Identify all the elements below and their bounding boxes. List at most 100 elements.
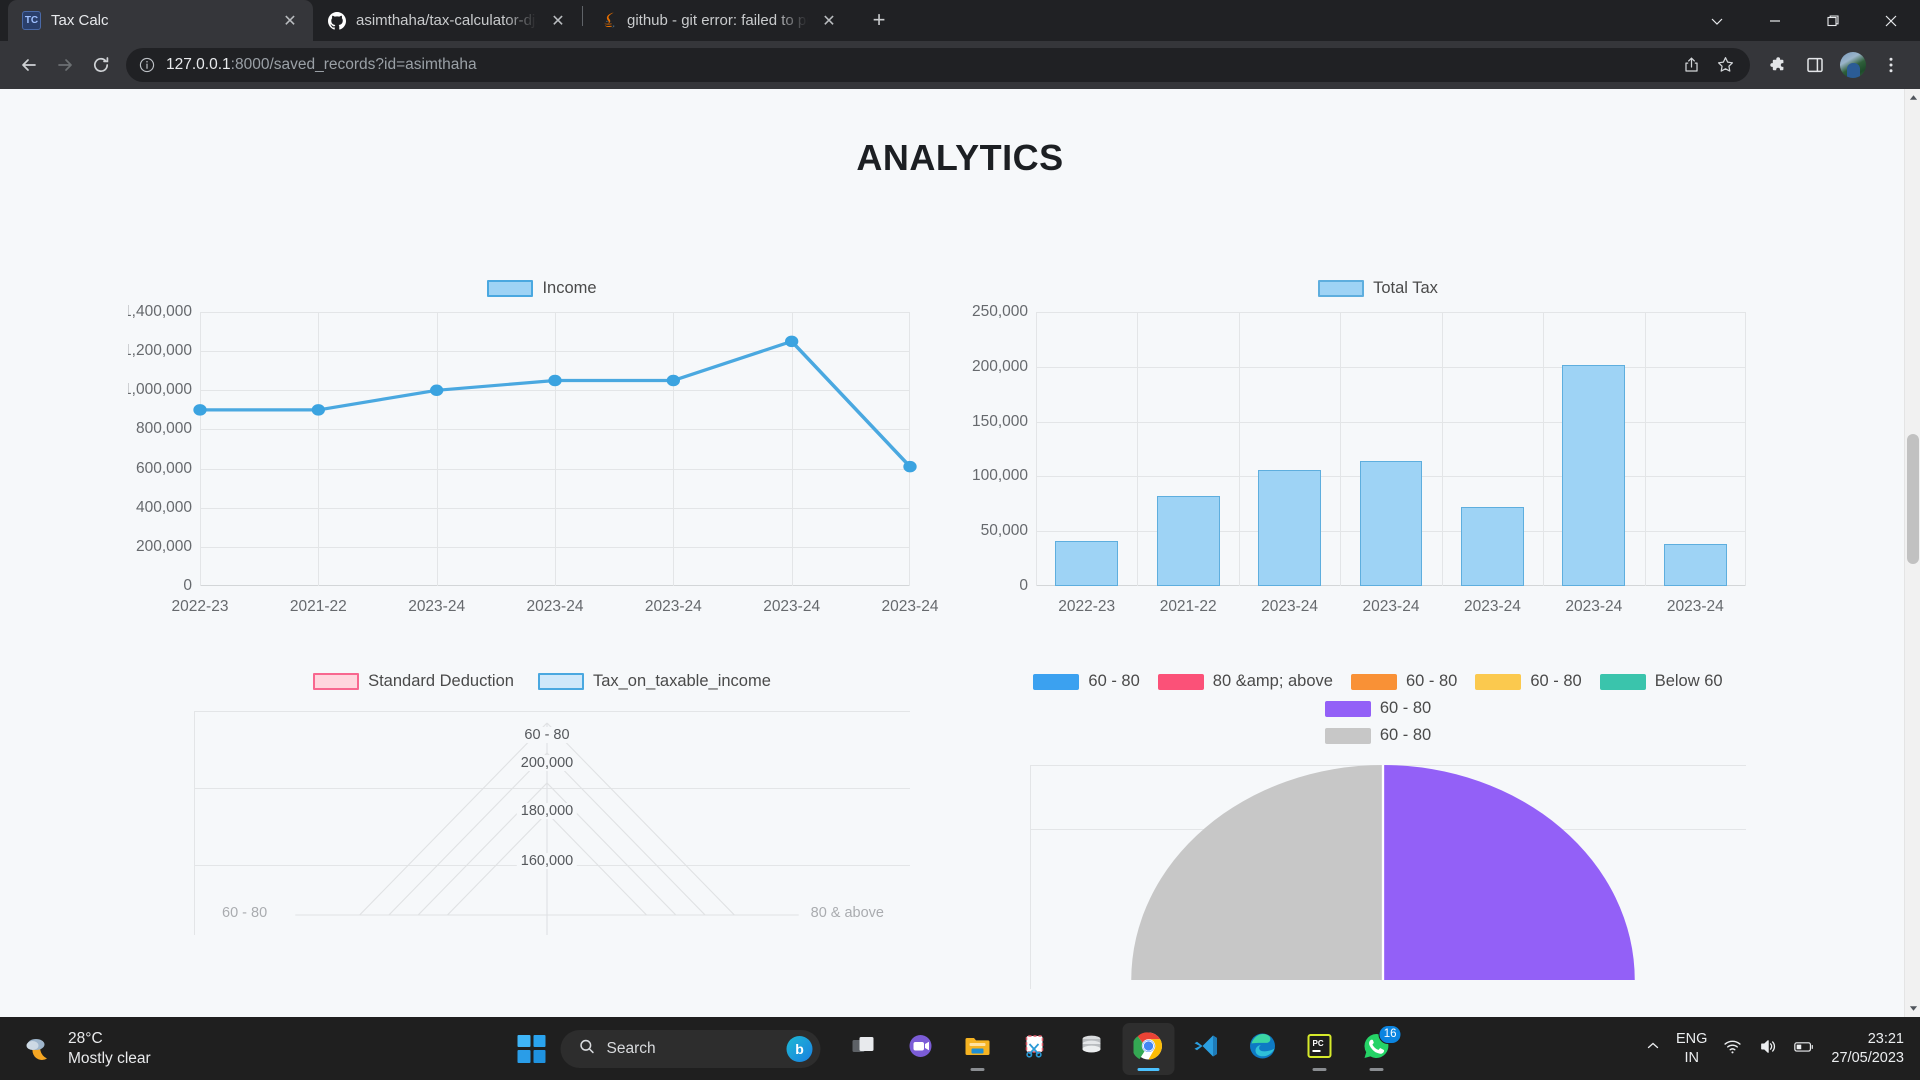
chart-legend: Income — [138, 279, 946, 298]
share-icon[interactable] — [1682, 55, 1702, 75]
url-text: 127.0.0.1:8000/saved_records?id=asimthah… — [166, 56, 477, 74]
scissors-icon — [1021, 1032, 1049, 1065]
github-icon — [327, 11, 346, 30]
info-circle-icon[interactable] — [138, 56, 156, 74]
page-viewport: ANALYTICS Income 1,400,000 1,200,000 1,0… — [0, 89, 1920, 1017]
legend-label: 60 - 80 — [1530, 672, 1582, 690]
avatar[interactable] — [1836, 48, 1870, 82]
x-tick-label: 2022-23 — [171, 598, 229, 615]
bar[interactable] — [1055, 541, 1119, 586]
legend-item[interactable]: Income — [487, 279, 597, 298]
legend-item[interactable]: Standard Deduction — [313, 672, 514, 691]
bing-icon[interactable]: b — [786, 1035, 813, 1062]
radar-axis-label-left: 60 - 80 — [222, 905, 268, 921]
search-icon — [579, 1038, 596, 1060]
minimize-icon[interactable] — [1746, 0, 1804, 41]
age-group-pie-chart: 60 - 80 80 &amp; above 60 - 80 60 - 80 B… — [974, 672, 1782, 989]
y-tick-label: 600,000 — [135, 459, 192, 477]
browser-tab-github-repo[interactable]: asimthaha/tax-calculator-django ✕ — [313, 0, 581, 41]
language-indicator[interactable]: ENG IN — [1676, 1030, 1707, 1066]
legend-swatch-60-80-orange — [1350, 673, 1397, 690]
show-hidden-icons[interactable] — [1646, 1039, 1660, 1058]
taskbar-app-whatsapp[interactable]: 16 — [1351, 1023, 1403, 1075]
puzzle-icon[interactable] — [1760, 48, 1794, 82]
legend-item[interactable]: 60 - 80 — [1475, 672, 1582, 691]
bar[interactable] — [1359, 461, 1423, 586]
scrollbar-thumb[interactable] — [1907, 434, 1919, 564]
close-tab-icon[interactable]: ✕ — [818, 10, 840, 32]
windows-start-icon[interactable] — [517, 1034, 546, 1063]
search-input[interactable]: Search b — [560, 1029, 821, 1068]
speaker-icon[interactable] — [1758, 1037, 1777, 1061]
analytics-page: ANALYTICS Income 1,400,000 1,200,000 1,0… — [128, 89, 1792, 1017]
taskbar-app-vs-code[interactable] — [1180, 1023, 1232, 1075]
legend-swatch-income — [487, 280, 534, 297]
three-dot-menu-icon[interactable] — [1874, 48, 1908, 82]
language-line-1: ENG — [1676, 1031, 1708, 1048]
taskbar-app-microsoft-edge[interactable] — [1237, 1023, 1289, 1075]
side-panel-icon[interactable] — [1798, 48, 1832, 82]
y-tick-label: 1,400,000 — [128, 303, 192, 320]
x-tick-label: 2023-24 — [763, 598, 821, 615]
tab-title: Tax Calc — [51, 12, 109, 29]
back-arrow-icon[interactable] — [12, 48, 46, 82]
legend-item[interactable]: 60 - 80 — [974, 726, 1782, 745]
legend-item[interactable]: Tax_on_taxable_income — [537, 672, 771, 691]
legend-item[interactable]: 80 &amp; above — [1157, 672, 1333, 691]
legend-item[interactable]: 60 - 80 — [1033, 672, 1140, 691]
legend-label: Below 60 — [1654, 672, 1723, 690]
legend-item[interactable]: 60 - 80 — [1324, 699, 1431, 718]
y-tick-label: 800,000 — [135, 420, 192, 438]
charts-grid: Income 1,400,000 1,200,000 1,000,000 800… — [128, 179, 1792, 989]
star-icon[interactable] — [1716, 55, 1736, 75]
tab-strip: TC Tax Calc ✕ asimthaha/tax-calculator-d… — [0, 0, 1920, 41]
y-tick-label: 1,000,000 — [128, 381, 192, 399]
x-tick-label: 2023-24 — [1464, 598, 1521, 615]
bar[interactable] — [1156, 495, 1220, 586]
bar[interactable] — [1663, 543, 1727, 586]
pie-slices — [1131, 765, 1635, 980]
legend-item[interactable]: Below 60 — [1599, 672, 1723, 691]
taskbar-app-database[interactable] — [1066, 1023, 1118, 1075]
legend-swatch-60-80-yellow — [1475, 673, 1522, 690]
forward-arrow-icon[interactable] — [48, 48, 82, 82]
reload-icon[interactable] — [84, 48, 118, 82]
task-view-icon — [850, 1032, 878, 1065]
new-tab-button[interactable]: + — [862, 3, 896, 37]
address-bar[interactable]: 127.0.0.1:8000/saved_records?id=asimthah… — [126, 48, 1750, 82]
scroll-down-arrow[interactable] — [1905, 1000, 1920, 1017]
x-tick-label: 2023-24 — [1565, 598, 1623, 615]
battery-icon[interactable] — [1793, 1037, 1815, 1061]
taskbar-app-file-explorer[interactable] — [952, 1023, 1004, 1075]
bar[interactable] — [1460, 506, 1524, 586]
y-tick-label: 0 — [183, 577, 192, 594]
close-tab-icon[interactable]: ✕ — [279, 10, 301, 32]
x-tick-label: 2021-22 — [289, 598, 347, 615]
weather-widget[interactable]: 28°C Mostly clear — [0, 1029, 151, 1069]
page-left-gutter — [0, 89, 128, 1017]
legend-item[interactable]: 60 - 80 — [1350, 672, 1457, 691]
taskbar-app-pycharm[interactable]: PC — [1294, 1023, 1346, 1075]
bar[interactable] — [1258, 470, 1321, 586]
bar[interactable] — [1562, 364, 1626, 586]
y-tick-label: 1,200,000 — [128, 342, 192, 360]
restore-icon[interactable] — [1804, 0, 1862, 41]
chart-legend: Standard Deduction Tax_on_taxable_income — [138, 672, 946, 691]
browser-tab-git-error[interactable]: github - git error: failed to push s ✕ — [584, 0, 852, 41]
legend-item[interactable]: Total Tax — [1318, 279, 1438, 298]
url-path: :8000/saved_records?id=asimthaha — [230, 56, 477, 73]
scroll-up-arrow[interactable] — [1905, 89, 1920, 106]
taskbar-app-snipping-tool[interactable] — [1009, 1023, 1061, 1075]
vscode-icon — [1192, 1032, 1220, 1065]
wifi-icon[interactable] — [1723, 1037, 1742, 1061]
chevron-down-icon[interactable] — [1688, 0, 1746, 41]
close-icon[interactable] — [1862, 0, 1920, 41]
taskbar-app-task-view[interactable] — [838, 1023, 890, 1075]
y-tick-label: 250,000 — [971, 303, 1028, 320]
close-tab-icon[interactable]: ✕ — [547, 10, 569, 32]
page-scrollbar[interactable] — [1904, 89, 1920, 1017]
taskbar-app-teams[interactable] — [895, 1023, 947, 1075]
browser-tab-tax-calc[interactable]: TC Tax Calc ✕ — [8, 0, 313, 41]
taskbar-app-google-chrome[interactable] — [1122, 1022, 1175, 1075]
clock[interactable]: 23:21 27/05/2023 — [1831, 1030, 1904, 1068]
